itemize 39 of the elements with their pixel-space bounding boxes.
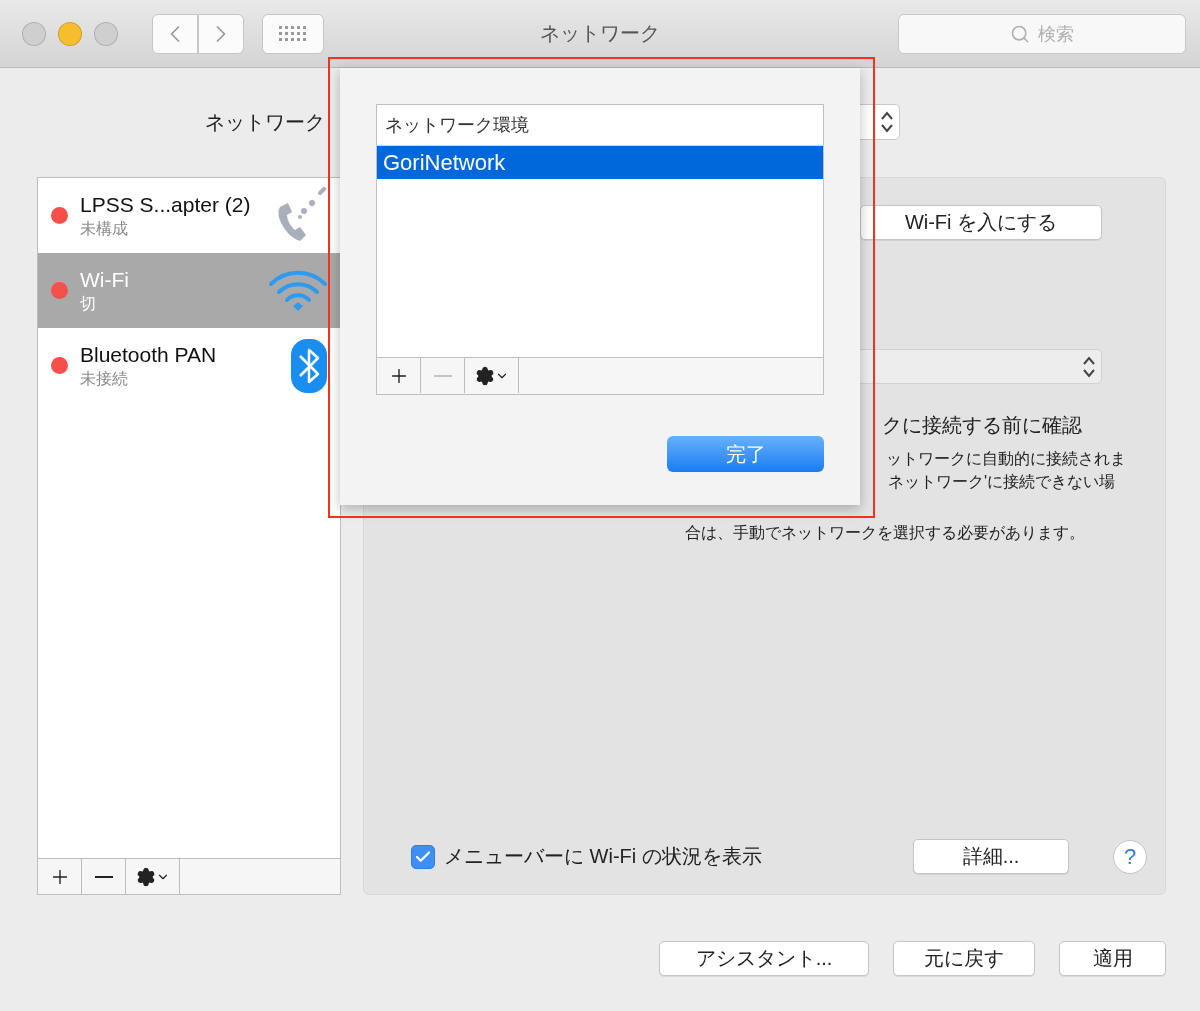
status-dot [51, 207, 68, 224]
checkbox-label: メニューバーに Wi-Fi の状況を表示 [444, 844, 762, 869]
show-all-button[interactable] [262, 13, 324, 54]
note-text: ネットワーク'に接続できない場 [888, 472, 1117, 492]
service-name: LPSS S...apter (2) [80, 191, 252, 218]
wifi-on-button[interactable]: Wi-Fi を入にする [860, 205, 1102, 240]
service-name: Bluetooth PAN [80, 341, 218, 368]
location-label: ネットワーク [204, 109, 325, 135]
footer-button[interactable]: 元に戻す [893, 941, 1035, 976]
note-text: 合は、手動でネットワークを選択する必要があります。 [685, 523, 1086, 543]
service-name: Wi-Fi [80, 266, 130, 293]
status-dot [51, 357, 68, 374]
status-dot [51, 282, 68, 299]
gear-icon [135, 866, 156, 887]
minimize-button[interactable] [58, 21, 82, 46]
help-button[interactable]: ? [1113, 839, 1147, 874]
location-item[interactable]: GoriNetwork [377, 146, 823, 179]
close-button[interactable] [22, 21, 46, 46]
search-icon [1010, 23, 1030, 44]
note-text: ットワークに自動的に接続されま [886, 449, 1127, 469]
gear-icon [474, 365, 495, 386]
footer-button[interactable]: アシスタント... [659, 941, 869, 976]
stepper-arrows-icon [879, 109, 895, 135]
ask-to-join-label: クに接続する前に確認 [882, 413, 1083, 438]
service-status: 切 [80, 293, 97, 314]
footer-button[interactable]: 適用 [1059, 941, 1166, 976]
zoom-button[interactable] [94, 21, 118, 46]
back-button[interactable] [152, 13, 198, 54]
wifi-icon [268, 268, 328, 313]
menu-bar-checkbox[interactable] [411, 844, 435, 869]
grid-icon [279, 26, 307, 41]
minus-icon [433, 374, 452, 377]
minus-icon [94, 875, 113, 878]
advanced-button[interactable]: 詳細... [913, 839, 1069, 874]
bluetooth-icon [290, 337, 328, 394]
window-title: ネットワーク [540, 21, 660, 46]
service-status: 未構成 [80, 218, 129, 239]
service-status: 未接続 [80, 368, 129, 389]
forward-button[interactable] [198, 13, 244, 54]
